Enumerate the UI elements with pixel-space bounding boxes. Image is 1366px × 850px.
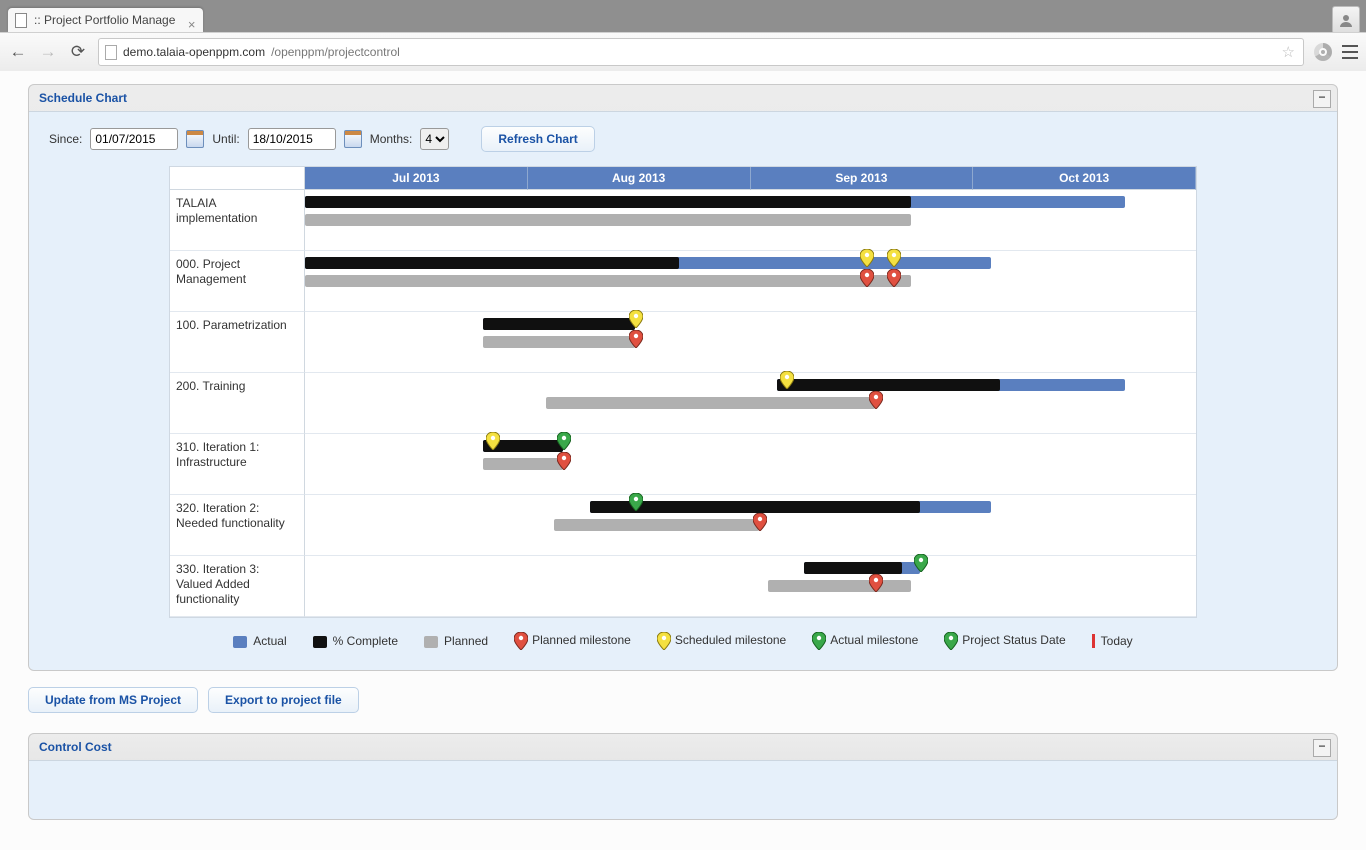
milestone-planned-icon: [557, 452, 569, 468]
tab-title: :: Project Portfolio Manage: [34, 13, 175, 27]
gantt-month-header: Aug 2013: [528, 167, 751, 190]
panel-header: Schedule Chart −: [29, 85, 1337, 111]
until-calendar-icon[interactable]: [344, 130, 362, 148]
milestone-planned-icon: [860, 269, 872, 285]
gantt-row-label: 320. Iteration 2: Needed functionality: [170, 495, 305, 556]
milestone-planned-icon: [753, 513, 765, 529]
reload-button[interactable]: ⟳: [68, 42, 88, 62]
gantt-row-bars: [305, 251, 1196, 312]
gantt-chart: Jul 2013Aug 2013Sep 2013Oct 2013 TALAIA i…: [169, 166, 1197, 618]
gantt-bar-complete: [804, 562, 902, 574]
gantt-row-label: 000. Project Management: [170, 251, 305, 312]
months-label: Months:: [370, 132, 413, 146]
gantt-bar-planned: [483, 336, 634, 348]
milestone-scheduled-icon: [486, 432, 498, 448]
milestone-scheduled-icon: [780, 371, 792, 387]
since-input[interactable]: [90, 128, 178, 150]
gantt-row-label: 100. Parametrization: [170, 312, 305, 373]
milestone-actual-icon: [557, 432, 569, 448]
gantt-bar-planned: [546, 397, 876, 409]
gantt-row-label: 200. Training: [170, 373, 305, 434]
milestone-scheduled-icon: [860, 249, 872, 265]
page-content: Schedule Chart − Since: Until: Months: 4…: [0, 70, 1366, 850]
legend-scheduled-ms: Scheduled milestone: [657, 632, 786, 650]
action-row: Update from MS Project Export to project…: [28, 687, 1338, 713]
until-input[interactable]: [248, 128, 336, 150]
gantt-bar-complete: [777, 379, 1000, 391]
gantt-row-bars: [305, 312, 1196, 373]
chart-controls: Since: Until: Months: 4 Refresh Chart: [49, 126, 1317, 152]
address-bar-row: ← → ⟳ demo.talaia-openppm.com/openppm/pr…: [0, 32, 1366, 71]
gantt-row-bars: [305, 495, 1196, 556]
legend: Actual % Complete Planned Planned milest…: [169, 618, 1197, 656]
gantt-bar-planned: [305, 275, 911, 287]
gantt-bar-planned: [305, 214, 911, 226]
legend-planned-ms: Planned milestone: [514, 632, 631, 650]
gantt-month-header: Oct 2013: [973, 167, 1196, 190]
update-ms-project-button[interactable]: Update from MS Project: [28, 687, 198, 713]
menu-button[interactable]: [1342, 45, 1358, 59]
browser-tab[interactable]: :: Project Portfolio Manage ×: [8, 8, 203, 32]
tab-doc-icon: [15, 13, 27, 28]
gantt-row-label: TALAIA implementation: [170, 190, 305, 251]
gantt-row-bars: [305, 556, 1196, 617]
legend-status-date: Project Status Date: [944, 632, 1065, 650]
url-path: /openppm/projectcontrol: [271, 45, 400, 59]
address-bar[interactable]: demo.talaia-openppm.com/openppm/projectc…: [98, 38, 1304, 66]
profile-button[interactable]: [1332, 6, 1360, 34]
gantt-row-bars: [305, 190, 1196, 251]
panel-body: Since: Until: Months: 4 Refresh Chart Ju…: [29, 111, 1337, 670]
gantt-row-label: 310. Iteration 1: Infrastructure: [170, 434, 305, 495]
legend-actual: Actual: [233, 634, 286, 648]
panel-body: [29, 760, 1337, 819]
chrome-logo-icon: [1314, 43, 1332, 61]
since-label: Since:: [49, 132, 82, 146]
browser-chrome: :: Project Portfolio Manage × ← → ⟳ demo…: [0, 0, 1366, 70]
legend-planned: Planned: [424, 634, 488, 648]
milestone-scheduled-icon: [887, 249, 899, 265]
export-project-file-button[interactable]: Export to project file: [208, 687, 359, 713]
gantt-bar-complete: [483, 318, 634, 330]
gantt-month-header: Jul 2013: [305, 167, 528, 190]
gantt-row-label: 330. Iteration 3: Valued Added functiona…: [170, 556, 305, 617]
legend-actual-ms: Actual milestone: [812, 632, 918, 650]
panel-title: Control Cost: [39, 740, 112, 754]
bookmark-star-icon[interactable]: ☆: [1282, 43, 1295, 61]
url-domain: demo.talaia-openppm.com: [123, 45, 265, 59]
collapse-button[interactable]: −: [1313, 739, 1331, 757]
gantt-month-header: Sep 2013: [751, 167, 974, 190]
milestone-actual-icon: [629, 493, 641, 509]
milestone-scheduled-icon: [629, 310, 641, 326]
since-calendar-icon[interactable]: [186, 130, 204, 148]
milestone-planned-icon: [887, 269, 899, 285]
gantt-bar-planned: [554, 519, 759, 531]
control-cost-panel: Control Cost −: [28, 733, 1338, 820]
gantt-bar-complete: [305, 196, 911, 208]
gantt-bar-planned: [483, 458, 563, 470]
forward-button[interactable]: →: [38, 42, 58, 62]
legend-today: Today: [1092, 634, 1133, 649]
milestone-planned-icon: [869, 391, 881, 407]
panel-header: Control Cost −: [29, 734, 1337, 760]
page-icon: [105, 45, 117, 60]
panel-title: Schedule Chart: [39, 91, 127, 105]
months-select[interactable]: 4: [420, 128, 449, 150]
gantt-row-bars: [305, 434, 1196, 495]
back-button[interactable]: ←: [8, 42, 28, 62]
collapse-button[interactable]: −: [1313, 90, 1331, 108]
gantt-bar-planned: [768, 580, 911, 592]
milestone-actual-icon: [914, 554, 926, 570]
milestone-planned-icon: [629, 330, 641, 346]
gantt-bar-complete: [305, 257, 679, 269]
schedule-chart-panel: Schedule Chart − Since: Until: Months: 4…: [28, 84, 1338, 671]
refresh-chart-button[interactable]: Refresh Chart: [481, 126, 594, 152]
until-label: Until:: [212, 132, 239, 146]
gantt-row-bars: [305, 373, 1196, 434]
legend-complete: % Complete: [313, 634, 398, 648]
milestone-planned-icon: [869, 574, 881, 590]
